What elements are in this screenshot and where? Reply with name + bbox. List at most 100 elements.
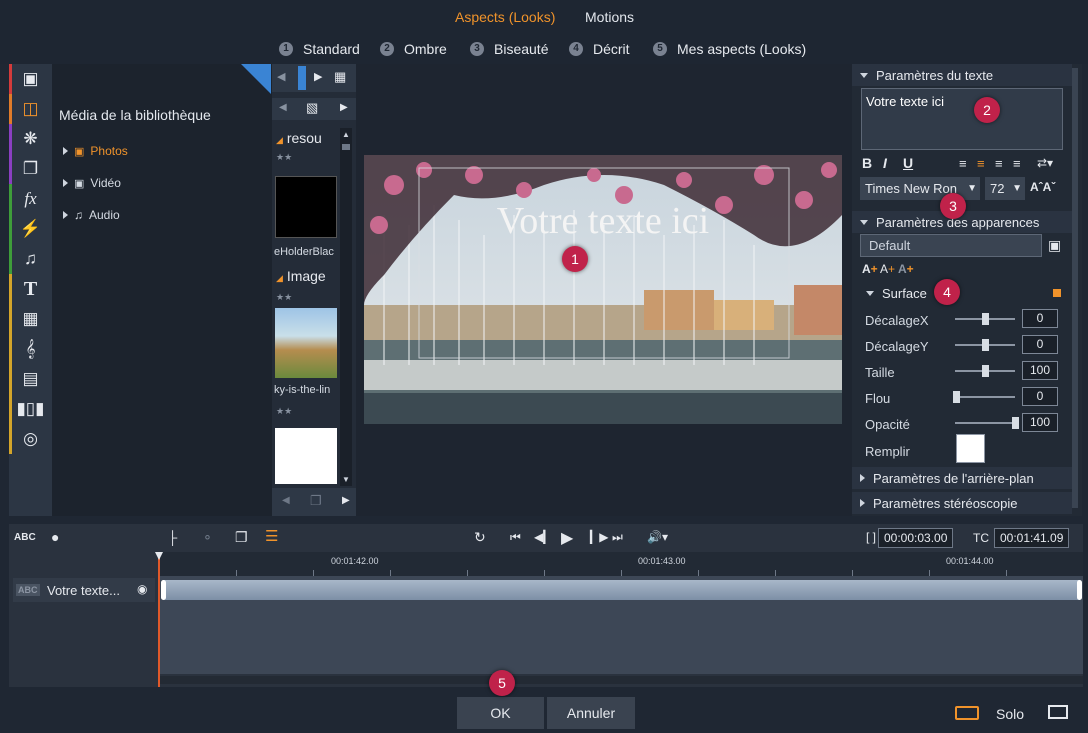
folder-add-icon[interactable]: ▧	[306, 100, 318, 116]
go-end-icon[interactable]: ⏭	[612, 530, 623, 545]
disc-icon[interactable]: ◎	[9, 424, 52, 454]
loop-icon[interactable]: ↻	[474, 529, 486, 546]
text-params-header[interactable]: Paramètres du texte	[852, 64, 1072, 86]
surface-color-swatch[interactable]	[1053, 289, 1061, 297]
slider-knob[interactable]	[982, 313, 989, 325]
font-grow-shrink-icon[interactable]: AˆAˇ	[1030, 180, 1055, 194]
time-ruler[interactable]: 00:01:42.00 00:01:43.00 00:01:44.00	[159, 552, 1083, 576]
thumbnail-black[interactable]	[275, 176, 337, 238]
step-back-icon[interactable]: ◀▎	[534, 530, 552, 544]
tab-motions[interactable]: Motions	[585, 9, 634, 25]
bold-button[interactable]: B	[862, 155, 872, 171]
group-header[interactable]: ◢ resou	[276, 130, 322, 146]
playhead-marker-icon[interactable]	[155, 552, 163, 560]
add-shadow-icon[interactable]: A+	[898, 262, 914, 276]
waveform-icon[interactable]: ▮▯▮	[9, 394, 52, 424]
align-track-icon[interactable]: ├	[168, 530, 177, 545]
preview-canvas[interactable]: Votre texte ici	[364, 155, 842, 424]
preset-standard[interactable]: 1 Standard	[279, 41, 360, 57]
text-content-field[interactable]: Votre texte ici	[861, 88, 1063, 150]
offset-x-value[interactable]: 0	[1022, 309, 1058, 328]
opacity-slider[interactable]	[955, 417, 1019, 429]
shapes-icon[interactable]: ●	[51, 529, 59, 545]
preset-biseaute[interactable]: 3 Biseauté	[470, 41, 548, 57]
next-icon[interactable]: ▶	[342, 495, 350, 506]
clip-trim-handle[interactable]	[1077, 580, 1082, 600]
thumbnail-cyclists[interactable]	[275, 308, 337, 378]
underline-button[interactable]: U	[903, 155, 913, 171]
pin-corner-icon[interactable]	[241, 64, 271, 94]
nav-right-icon[interactable]: ▶	[314, 70, 322, 83]
eye-icon[interactable]: ◉	[137, 582, 147, 596]
title-clip[interactable]	[161, 580, 1082, 600]
box-icon[interactable]: ▣	[9, 64, 52, 94]
background-params-header[interactable]: Paramètres de l'arrière-plan	[852, 467, 1072, 489]
fx-icon[interactable]: fx	[9, 184, 52, 214]
volume-icon[interactable]: 🔊▾	[647, 530, 668, 544]
stereo-params-header[interactable]: Paramètres stéréoscopie	[852, 492, 1072, 514]
go-start-icon[interactable]: ⏮	[510, 530, 521, 545]
external-window-icon[interactable]	[1048, 705, 1068, 719]
scrollbar-thumb[interactable]	[342, 144, 350, 150]
clip-trim-handle[interactable]	[161, 580, 166, 600]
track-header[interactable]: ABC Votre texte... ◉	[13, 578, 155, 602]
slider-knob[interactable]	[982, 365, 989, 377]
prev-icon[interactable]: ◀	[282, 495, 290, 506]
clef-icon[interactable]: 𝄞	[9, 334, 52, 364]
cancel-button[interactable]: Annuler	[547, 697, 635, 729]
duration-display[interactable]: 00:00:03.00	[878, 528, 954, 548]
offset-y-value[interactable]: 0	[1022, 335, 1058, 354]
monitor-icon[interactable]: ▦	[334, 69, 346, 85]
piano-icon[interactable]: ▤	[9, 364, 52, 394]
align-center-icon[interactable]: ≡	[977, 156, 985, 171]
slider-knob[interactable]	[1012, 417, 1019, 429]
italic-button[interactable]: I	[883, 155, 887, 171]
save-preset-icon[interactable]: ▣	[1048, 237, 1061, 254]
nav-left-icon[interactable]: ◀	[277, 70, 285, 83]
size-slider[interactable]	[955, 365, 1015, 377]
step-forward-icon[interactable]: ▎▶	[590, 530, 608, 544]
layers-icon[interactable]: ❐	[9, 154, 52, 184]
rating-stars[interactable]: ★★	[276, 152, 292, 163]
timeline-scrollbar[interactable]	[160, 676, 1083, 684]
align-left-icon[interactable]: ≡	[959, 156, 967, 171]
tab-aspects[interactable]: Aspects (Looks)	[455, 9, 555, 25]
slider-knob[interactable]	[953, 391, 960, 403]
offset-x-slider[interactable]	[955, 313, 1015, 325]
size-value[interactable]: 100	[1022, 361, 1058, 380]
surface-section-header[interactable]: Surface	[866, 286, 927, 301]
ok-button[interactable]: OK	[457, 697, 544, 729]
font-size-select[interactable]: 72 ▼	[985, 177, 1025, 200]
link-icon[interactable]: ⚬	[202, 530, 213, 546]
preset-decrit[interactable]: 4 Décrit	[569, 41, 630, 57]
group-header[interactable]: ◢ Image	[276, 268, 326, 284]
thumbnail-white[interactable]	[275, 428, 337, 484]
layers-icon[interactable]: ❐	[235, 529, 248, 546]
fill-color-swatch[interactable]	[956, 434, 985, 463]
photos-icon[interactable]: ◫	[9, 94, 52, 124]
play-icon[interactable]: ▶	[561, 528, 573, 548]
title-text-icon[interactable]: T	[9, 274, 52, 304]
overlay-title-text[interactable]: Votre texte ici	[364, 199, 842, 243]
align-right-icon[interactable]: ≡	[995, 156, 1003, 171]
blur-slider[interactable]	[953, 391, 1015, 403]
scroll-indicator[interactable]	[298, 66, 306, 90]
slider-knob[interactable]	[982, 339, 989, 351]
music-note-icon[interactable]: ♫	[9, 244, 52, 274]
copy-icon[interactable]: ❐	[310, 493, 322, 509]
tree-item-audio[interactable]: ♫ Audio	[63, 208, 120, 222]
tree-item-photos[interactable]: ▣ Photos	[63, 144, 128, 158]
keyframe-icon[interactable]: ☰	[265, 527, 278, 545]
opacity-value[interactable]: 100	[1022, 413, 1058, 432]
prev-icon[interactable]: ◀	[279, 102, 287, 113]
film-reel-icon[interactable]: ❋	[9, 124, 52, 154]
timecode-display[interactable]: 00:01:41.09	[994, 528, 1070, 548]
next-icon[interactable]: ▶	[340, 102, 348, 113]
panel-scrollbar[interactable]	[1072, 68, 1078, 508]
montage-icon[interactable]: ▦	[9, 304, 52, 334]
preset-mes-aspects[interactable]: 5 Mes aspects (Looks)	[653, 41, 806, 57]
preset-ombre[interactable]: 2 Ombre	[380, 41, 447, 57]
add-edge-icon[interactable]: A+	[880, 262, 895, 276]
solo-toggle[interactable]: Solo	[996, 706, 1024, 722]
add-face-icon[interactable]: A+	[862, 262, 878, 276]
